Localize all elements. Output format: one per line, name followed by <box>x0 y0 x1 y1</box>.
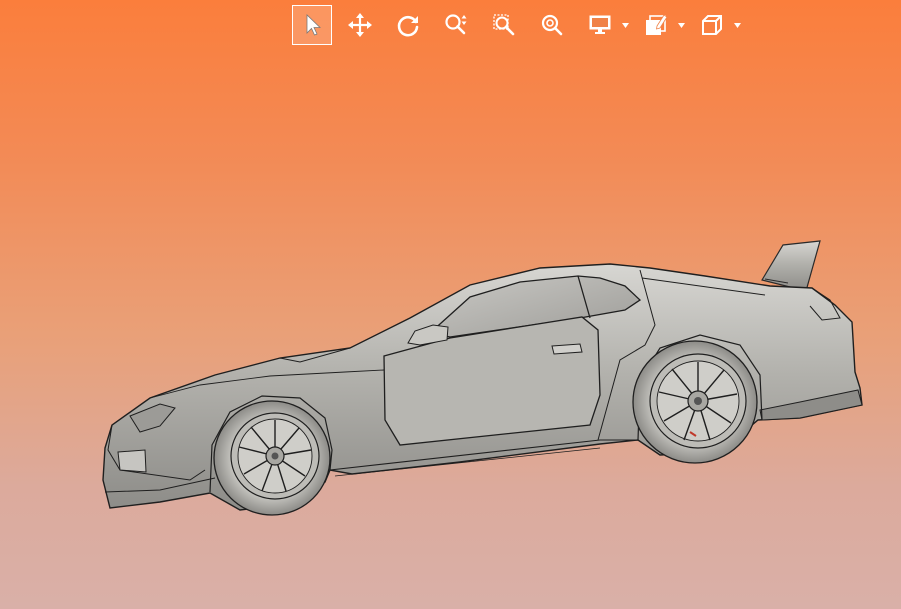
view-styles-caret[interactable] <box>676 5 686 45</box>
standard-views-dropdown <box>692 5 742 45</box>
zoom-fit-tool-button[interactable] <box>532 5 572 45</box>
rear-wing <box>761 240 821 292</box>
chevron-down-icon <box>733 22 741 28</box>
zoom-window-icon <box>493 14 515 36</box>
rotate-tool-button[interactable] <box>388 5 428 45</box>
pan-tool-button[interactable] <box>340 5 380 45</box>
model-viewport[interactable] <box>0 0 901 609</box>
front-wheel <box>213 400 331 516</box>
display-mode-caret[interactable] <box>620 5 630 45</box>
move-arrows-icon <box>348 13 372 37</box>
chevron-down-icon <box>677 22 685 28</box>
rear-wheel <box>632 340 758 464</box>
zoom-fit-icon <box>541 14 563 36</box>
standard-views-button[interactable] <box>692 5 732 45</box>
display-mode-dropdown <box>580 5 630 45</box>
chevron-down-icon <box>621 22 629 28</box>
car-model[interactable] <box>0 0 901 609</box>
layers-edit-icon <box>646 14 668 35</box>
view-toolbar <box>292 4 748 46</box>
standard-views-caret[interactable] <box>732 5 742 45</box>
monitor-icon <box>589 15 611 34</box>
rotate-icon <box>397 15 419 37</box>
display-mode-button[interactable] <box>580 5 620 45</box>
cursor-arrow-icon <box>306 14 321 36</box>
zoom-updown-icon <box>445 14 467 35</box>
zoom-window-tool-button[interactable] <box>484 5 524 45</box>
zoom-tool-button[interactable] <box>436 5 476 45</box>
select-tool-button[interactable] <box>292 5 332 45</box>
cube-icon <box>702 15 722 35</box>
view-styles-button[interactable] <box>636 5 676 45</box>
view-styles-dropdown <box>636 5 686 45</box>
